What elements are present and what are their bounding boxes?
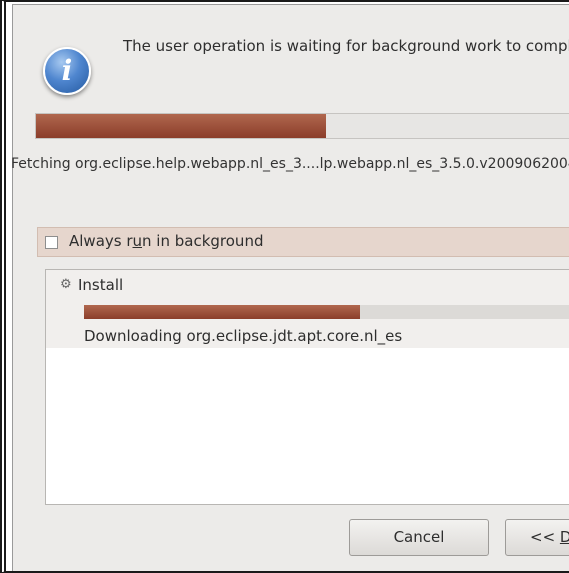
task-progress-bar — [84, 305, 569, 319]
task-list[interactable]: ⚙ Install Downloading org.eclipse.jdt.ap… — [45, 269, 569, 505]
task-detail-text: Downloading org.eclipse.jdt.apt.core.nl_… — [84, 327, 403, 345]
always-run-checkbox[interactable] — [45, 236, 58, 249]
window-frame: i The user operation is waiting for back… — [0, 0, 569, 573]
info-icon: i — [43, 47, 91, 95]
cancel-button[interactable]: Cancel — [349, 519, 489, 556]
fetching-status-text: Fetching org.eclipse.help.webapp.nl_es_3… — [11, 156, 569, 172]
task-name: Install — [78, 276, 124, 294]
task-row-install[interactable]: ⚙ Install Downloading org.eclipse.jdt.ap… — [46, 270, 569, 348]
task-progress-fill — [84, 305, 360, 319]
progress-dialog: i The user operation is waiting for back… — [11, 4, 569, 571]
install-task-icon: ⚙ — [60, 277, 72, 292]
dialog-message: The user operation is waiting for backgr… — [123, 37, 569, 55]
always-run-label[interactable]: Always run in background — [69, 232, 263, 250]
details-button[interactable]: << Details — [505, 519, 569, 556]
main-progress-bar — [35, 113, 569, 139]
main-progress-fill — [36, 114, 327, 138]
